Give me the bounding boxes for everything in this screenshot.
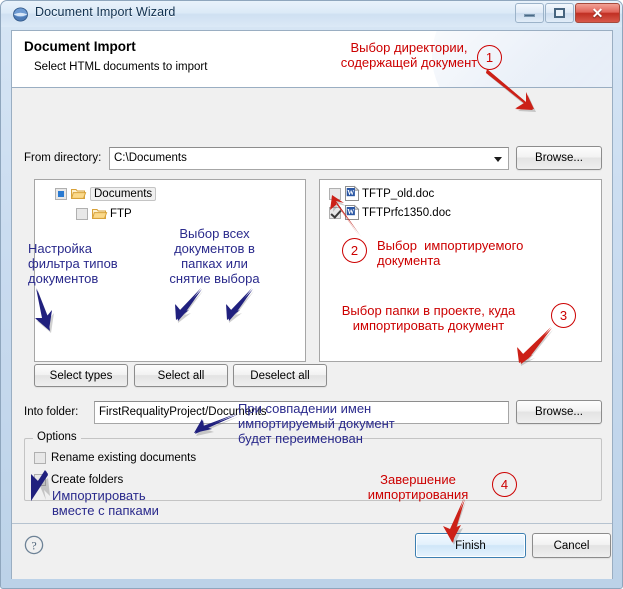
into-folder-label: Into folder: bbox=[24, 406, 79, 418]
create-folders-label: Create folders bbox=[51, 473, 124, 486]
from-directory-browse-button[interactable]: Browse... bbox=[516, 146, 602, 170]
folder-icon bbox=[70, 187, 87, 200]
select-types-button[interactable]: Select types bbox=[34, 364, 128, 387]
maximize-button[interactable] bbox=[545, 3, 574, 23]
from-directory-label: From directory: bbox=[24, 152, 102, 164]
tree-item-documents[interactable]: Documents bbox=[55, 185, 157, 202]
maximize-icon bbox=[554, 8, 565, 18]
window-title: Document Import Wizard bbox=[35, 5, 176, 19]
page-subtitle: Select HTML documents to import bbox=[34, 61, 208, 73]
window-controls: ✕ bbox=[514, 3, 620, 24]
annotation-red-3-text: Выбор папки в проекте, куда импортироват… bbox=[341, 303, 516, 333]
browse-label: Browse... bbox=[535, 152, 583, 164]
annotation-blue-3-text: При совпадении имен импортируемый докуме… bbox=[238, 401, 395, 446]
select-all-label: Select all bbox=[157, 369, 205, 382]
option-rename-existing[interactable]: Rename existing documents bbox=[34, 449, 196, 466]
annotation-red-1-text: Выбор директории, содержащей документ bbox=[340, 40, 478, 70]
minimize-button[interactable] bbox=[515, 3, 544, 23]
annotation-badge-2: 2 bbox=[342, 238, 367, 263]
from-directory-combo[interactable]: C:\Documents bbox=[109, 147, 509, 170]
cancel-button[interactable]: Cancel bbox=[532, 533, 611, 558]
into-folder-browse-button[interactable]: Browse... bbox=[516, 400, 602, 424]
annotation-arrow-blue-3 bbox=[190, 413, 242, 443]
annotation-blue-1-text: Настройка фильтра типов документов bbox=[28, 241, 118, 286]
tree-label-ftp: FTP bbox=[110, 207, 132, 220]
annotation-arrow-blue-1 bbox=[33, 288, 63, 333]
annotation-red-2-text: Выбор импортируемого документа bbox=[377, 238, 524, 268]
tree-checkbox-ftp[interactable] bbox=[76, 207, 88, 220]
file-label-tftprfc1350: TFTPrfc1350.doc bbox=[362, 206, 451, 219]
minimize-icon bbox=[524, 14, 535, 17]
rename-existing-label: Rename existing documents bbox=[51, 451, 197, 464]
eclipse-globe-icon bbox=[13, 7, 28, 22]
deselect-all-label: Deselect all bbox=[250, 369, 310, 382]
annotation-blue-4-text: Импортировать вместе с папками bbox=[52, 488, 159, 518]
page-title: Document Import bbox=[24, 39, 136, 54]
tree-item-ftp[interactable]: FTP bbox=[76, 205, 132, 222]
select-all-button[interactable]: Select all bbox=[134, 364, 228, 387]
close-icon: ✕ bbox=[591, 5, 604, 21]
rename-existing-checkbox[interactable] bbox=[34, 451, 46, 464]
annotation-arrow-3 bbox=[515, 327, 561, 367]
tree-checkbox-documents[interactable] bbox=[55, 187, 67, 200]
annotation-blue-2-text: Выбор всех документов в папках или сняти… bbox=[169, 226, 260, 286]
annotation-arrow-blue-2b bbox=[224, 288, 260, 328]
title-bar[interactable]: Document Import Wizard ✕ bbox=[1, 1, 622, 27]
file-label-tftp-old: TFTP_old.doc bbox=[362, 187, 435, 200]
from-directory-value: C:\Documents bbox=[114, 152, 187, 164]
annotation-arrow-4 bbox=[440, 498, 480, 546]
annotation-badge-1: 1 bbox=[477, 45, 502, 70]
annotation-arrow-blue-2a bbox=[173, 288, 209, 328]
options-group-title: Options bbox=[33, 431, 81, 443]
deselect-all-button[interactable]: Deselect all bbox=[233, 364, 327, 387]
annotation-badge-3: 3 bbox=[551, 303, 576, 328]
dialog-footer: ? Finish Cancel bbox=[12, 523, 612, 579]
svg-text:?: ? bbox=[31, 539, 36, 553]
help-icon[interactable]: ? bbox=[24, 535, 44, 555]
chevron-down-icon bbox=[494, 157, 502, 162]
folder-icon bbox=[91, 207, 108, 220]
annotation-badge-4: 4 bbox=[492, 472, 517, 497]
annotation-arrow-2 bbox=[330, 195, 370, 240]
annotation-arrow-1 bbox=[486, 68, 556, 118]
close-button[interactable]: ✕ bbox=[575, 3, 620, 23]
annotation-arrow-blue-4 bbox=[28, 463, 58, 503]
screenshot-root: Document Import Wizard ✕ Document Import bbox=[0, 0, 623, 589]
select-types-label: Select types bbox=[49, 369, 113, 382]
tree-label-documents: Documents bbox=[90, 186, 157, 201]
cancel-label: Cancel bbox=[553, 539, 590, 552]
browse-label: Browse... bbox=[535, 406, 583, 418]
